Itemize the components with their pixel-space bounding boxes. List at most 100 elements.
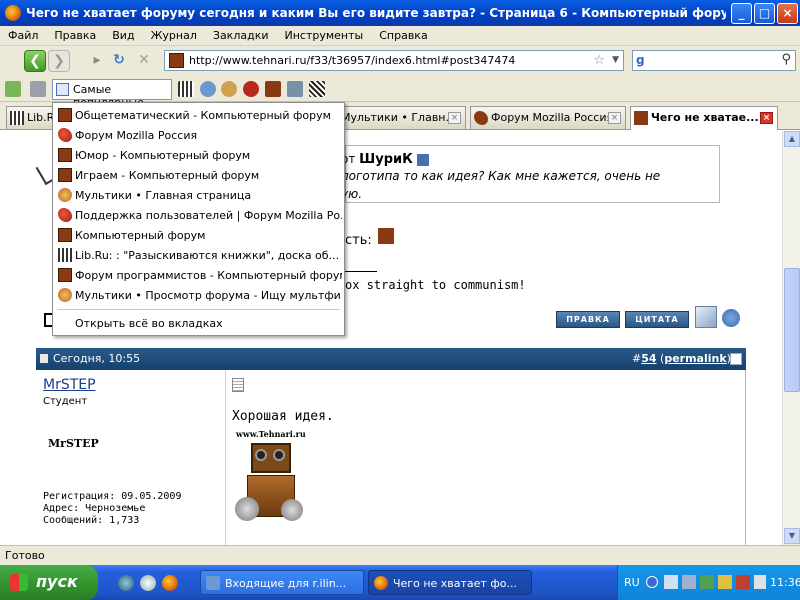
chevron-down-icon[interactable]: ▼ — [612, 51, 619, 70]
dropdown-history-icon[interactable]: ▸ — [86, 50, 108, 72]
scroll-up-icon[interactable]: ▲ — [784, 131, 800, 147]
url-input[interactable]: http://www.tehnari.ru/f33/t36957/index6.… — [164, 50, 624, 71]
maximize-button[interactable]: □ — [754, 3, 775, 24]
window-title-bar[interactable]: Чего не хватает форуму сегодня и каким В… — [0, 0, 800, 26]
username-link[interactable]: MrSTEP — [43, 377, 96, 393]
mail-icon — [206, 576, 220, 590]
user-icon[interactable] — [722, 309, 740, 327]
language-indicator[interactable]: RU — [624, 576, 640, 589]
vertical-scrollbar[interactable]: ▲ ▼ — [782, 131, 800, 545]
tab-close-icon[interactable]: × — [608, 112, 621, 124]
popular-menu-item[interactable]: Форум Mozilla Россия — [55, 125, 342, 145]
status-bar: Готово — [0, 545, 800, 565]
post-image: www.Tehnari.ru — [233, 427, 309, 527]
popular-menu-item[interactable]: Lib.Ru: : "Разыскиваются книжки", доска … — [55, 245, 342, 265]
tab-close-icon[interactable]: × — [760, 112, 773, 124]
star-icon[interactable]: ☆ — [593, 51, 605, 70]
scroll-down-icon[interactable]: ▼ — [784, 528, 800, 544]
mail-quicklaunch-icon[interactable] — [140, 575, 156, 591]
tray-app-icon[interactable] — [718, 575, 732, 589]
firefox-quicklaunch-icon[interactable] — [162, 575, 178, 591]
network-icon[interactable] — [664, 575, 678, 589]
post-side-text: сть: — [345, 233, 372, 248]
search-input[interactable]: g ⚲ — [632, 50, 796, 71]
minimize-button[interactable]: _ — [731, 3, 752, 24]
popular-menu-item[interactable]: Общетематический - Компьютерный форум — [55, 105, 342, 125]
popular-menu-item[interactable]: Играем - Компьютерный форум — [55, 165, 342, 185]
forum-icon[interactable] — [265, 81, 281, 97]
menu-file[interactable]: Файл — [0, 26, 46, 42]
cartoon-icon[interactable] — [221, 81, 237, 97]
view-post-icon[interactable] — [416, 153, 429, 166]
monitor-icon[interactable] — [682, 575, 696, 589]
permalink-link[interactable]: permalink — [664, 352, 726, 365]
forward-icon[interactable]: ❯ — [48, 50, 70, 72]
post-user-info: MrSTEP Студент MrSTEP Регистрация: 09.05… — [36, 370, 226, 545]
menu-help[interactable]: Справка — [371, 26, 435, 42]
add-bookmark-icon[interactable] — [5, 81, 21, 97]
multiquote-icon[interactable] — [695, 306, 717, 328]
url-text: http://www.tehnari.ru/f33/t36957/index6.… — [189, 54, 516, 67]
globe-icon[interactable] — [200, 81, 216, 97]
status-text: Готово — [5, 549, 45, 562]
popular-bookmarks-button[interactable]: Самые популярные — [52, 79, 172, 109]
checker-icon[interactable] — [309, 81, 325, 97]
user-rank: Студент — [43, 396, 88, 407]
popular-menu-item[interactable]: Поддержка пользователей | Форум Mozilla … — [55, 205, 342, 225]
open-all-in-tabs[interactable]: Открыть всё во вкладках — [55, 313, 342, 333]
message-count: Сообщений: 1,733 — [43, 515, 140, 526]
stop-icon[interactable]: ✕ — [133, 50, 155, 72]
popular-menu-item[interactable]: Мультики • Просмотр форума - Ищу мультфи… — [55, 285, 342, 305]
popular-menu-item[interactable]: Компьютерный форум — [55, 225, 342, 245]
scroll-thumb[interactable] — [784, 268, 800, 392]
menu-view[interactable]: Вид — [104, 26, 142, 42]
tab-lib[interactable]: Lib.R... — [6, 106, 56, 129]
tab-close-icon[interactable]: × — [448, 112, 461, 124]
quote-button[interactable]: ЦИТАТА — [625, 311, 689, 328]
lib-icon[interactable] — [178, 81, 194, 97]
popular-menu-item[interactable]: Юмор - Компьютерный форум — [55, 145, 342, 165]
forum-icon — [58, 228, 72, 242]
back-icon[interactable]: ❮ — [24, 50, 46, 72]
start-button[interactable]: пуск — [0, 565, 98, 600]
tab-mozilla-forum[interactable]: Форум Mozilla Россия × — [470, 106, 626, 129]
reload-icon[interactable]: ↻ — [108, 50, 130, 72]
forum-logo-icon — [378, 228, 394, 244]
taskbar-item-firefox[interactable]: Чего не хватает фо... — [368, 570, 532, 595]
menu-edit[interactable]: Правка — [46, 26, 104, 42]
firefox-icon — [5, 5, 21, 21]
print-icon[interactable] — [30, 81, 46, 97]
menu-tools[interactable]: Инструменты — [277, 26, 372, 42]
mozilla-icon[interactable] — [243, 81, 259, 97]
cartoon-icon — [58, 288, 72, 302]
tab-label: Форум Mozilla Россия — [491, 111, 614, 124]
navigation-toolbar: ❮ ❯ ▸ ↻ ✕ http://www.tehnari.ru/f33/t369… — [0, 46, 800, 76]
clock[interactable]: 11:36 — [770, 576, 800, 589]
browser-quicklaunch-icon[interactable] — [118, 575, 134, 591]
popular-menu-item[interactable]: Форум программистов - Компьютерный форум — [55, 265, 342, 285]
menu-history[interactable]: Журнал — [143, 26, 205, 42]
lib-icon — [58, 248, 72, 262]
taskbar-item-mail[interactable]: Входящие для r.ilin... — [200, 570, 364, 595]
antivirus-icon[interactable] — [700, 575, 714, 589]
tab-active-thread[interactable]: Чего не хватае... × — [630, 106, 778, 130]
search-icon[interactable]: ⚲ — [781, 52, 791, 67]
volume-icon[interactable] — [754, 575, 766, 589]
post-message: Хорошая идея. — [232, 409, 334, 424]
menu-separator — [57, 309, 340, 310]
computer-icon[interactable] — [287, 81, 303, 97]
edit-button[interactable]: ПРАВКА — [556, 311, 620, 328]
mozilla-icon — [58, 128, 72, 142]
shield-icon[interactable] — [736, 575, 750, 589]
firefox-icon — [374, 576, 388, 590]
system-tray: RU 11:36 — [617, 565, 800, 600]
expand-tray-icon[interactable] — [646, 576, 658, 588]
select-post-checkbox[interactable] — [730, 353, 742, 365]
google-icon[interactable]: g — [636, 53, 652, 68]
popular-menu-item[interactable]: Мультики • Главная страница — [55, 185, 342, 205]
menu-bookmarks[interactable]: Закладки — [205, 26, 277, 42]
close-button[interactable]: × — [777, 3, 798, 24]
image-caption: www.Tehnari.ru — [236, 429, 306, 439]
user-address: Адрес: Черноземье — [43, 503, 146, 514]
post-number-link[interactable]: 54 — [641, 352, 656, 365]
